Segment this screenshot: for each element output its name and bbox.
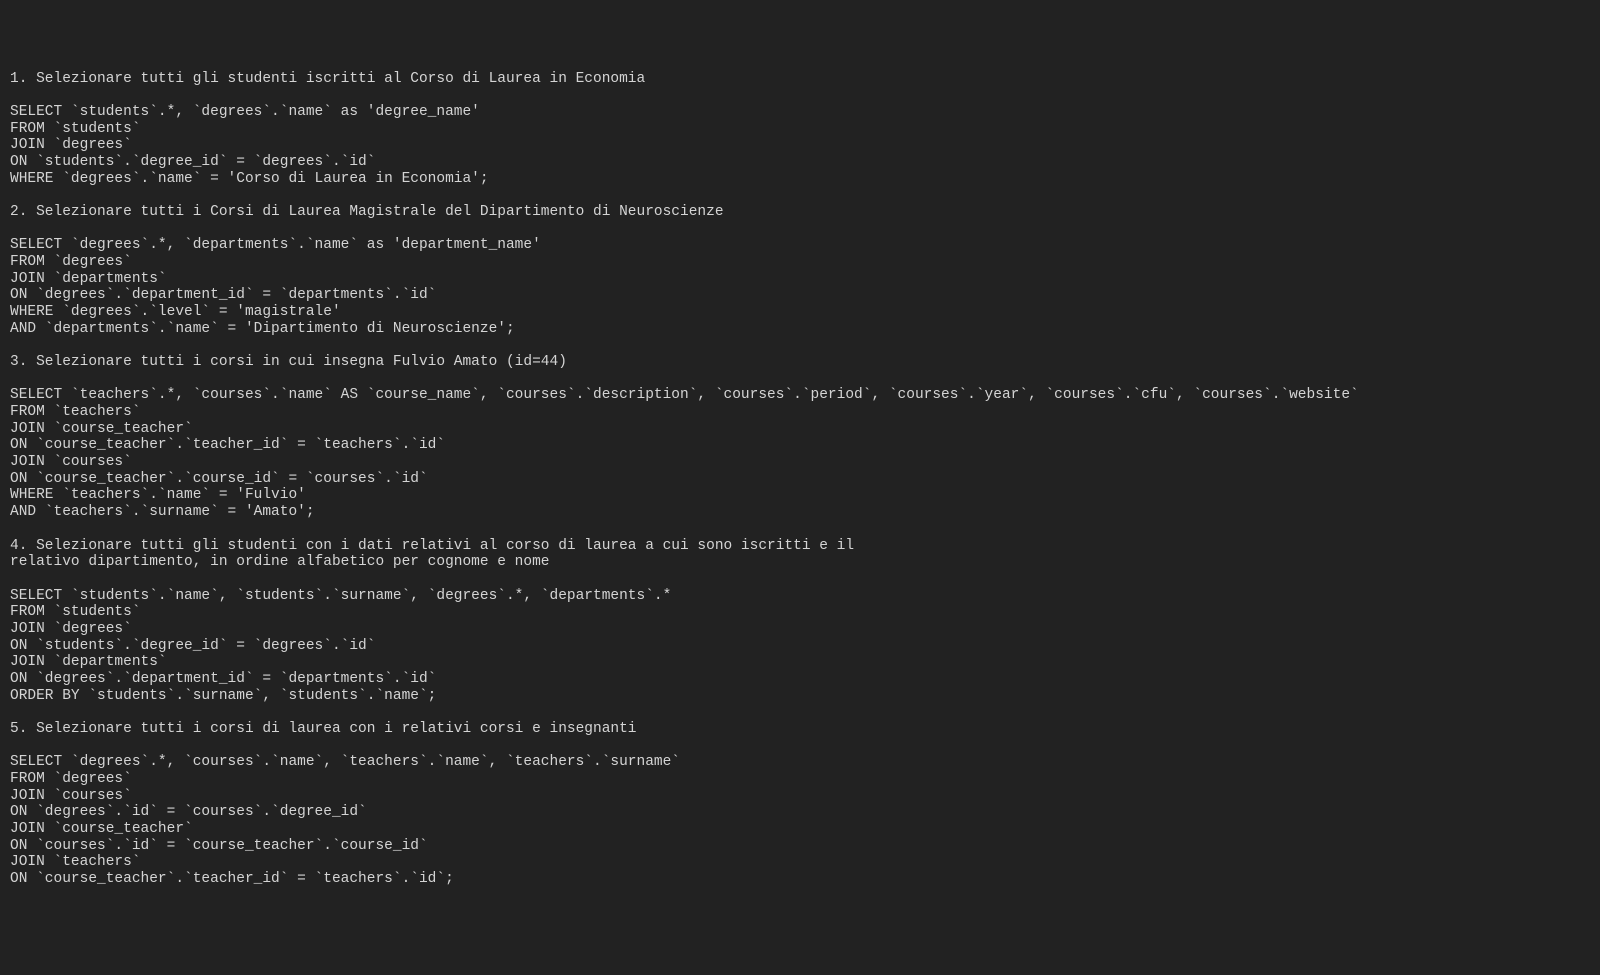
- sql-code-block: 1. Selezionare tutti gli studenti iscrit…: [10, 71, 1590, 888]
